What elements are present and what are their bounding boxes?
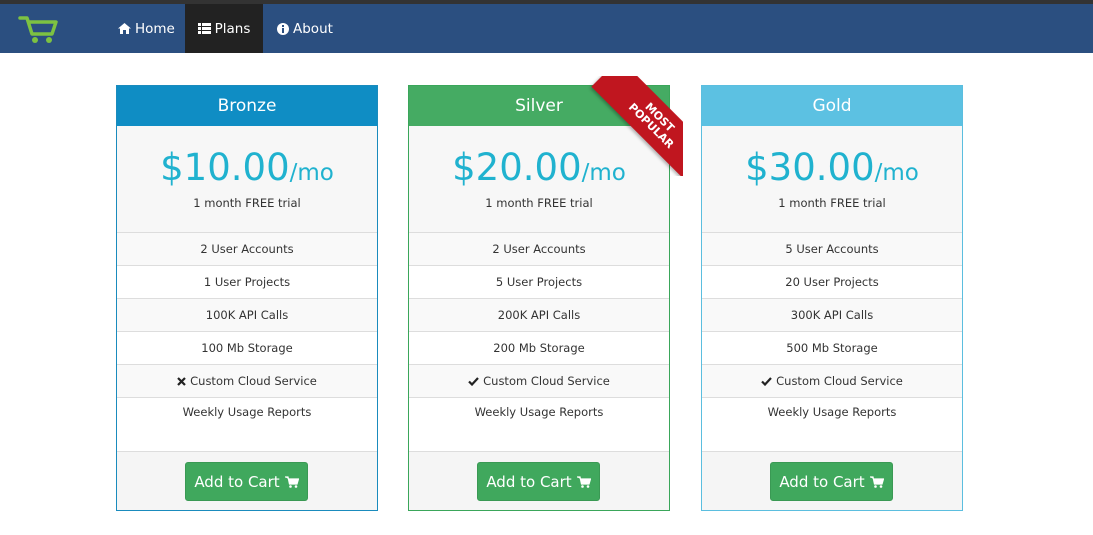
- feature-list: 2 User Accounts 5 User Projects 200K API…: [409, 232, 669, 451]
- price-amount: $20.00: [452, 146, 582, 189]
- feature-item: Weekly Usage Reports: [409, 397, 669, 451]
- feature-label: Custom Cloud Service: [776, 374, 903, 388]
- feature-item: 2 User Accounts: [117, 232, 377, 265]
- feature-item: 300K API Calls: [702, 298, 962, 331]
- trial-text: 1 month FREE trial: [193, 196, 301, 210]
- feature-item: 100K API Calls: [117, 298, 377, 331]
- button-label: Add to Cart: [486, 472, 572, 491]
- plan-card-bronze: Bronze $10.00/mo 1 month FREE trial 2 Us…: [116, 85, 378, 511]
- feature-list: 2 User Accounts 1 User Projects 100K API…: [117, 232, 377, 451]
- nav-about-label: About: [293, 20, 333, 37]
- feature-item: 500 Mb Storage: [702, 331, 962, 364]
- feature-item: Custom Cloud Service: [409, 364, 669, 397]
- card-footer: Add to Cart: [117, 451, 377, 510]
- feature-item: 1 User Projects: [117, 265, 377, 298]
- home-icon: [118, 23, 131, 34]
- plan-card-silver: Silver $20.00/mo 1 month FREE trial 2 Us…: [408, 76, 683, 511]
- price-area: $10.00/mo 1 month FREE trial: [117, 126, 377, 233]
- feature-list: 5 User Accounts 20 User Projects 300K AP…: [702, 232, 962, 451]
- plan-title: Bronze: [117, 86, 377, 126]
- feature-item: Custom Cloud Service: [117, 364, 377, 397]
- price-area: $30.00/mo 1 month FREE trial: [702, 126, 962, 233]
- feature-item: 5 User Projects: [409, 265, 669, 298]
- nav-plans-label: Plans: [214, 20, 251, 37]
- feature-item: 100 Mb Storage: [117, 331, 377, 364]
- plan-price: $30.00/mo: [702, 146, 962, 189]
- card-footer: Add to Cart: [702, 451, 962, 510]
- button-label: Add to Cart: [194, 472, 280, 491]
- feature-item: 200K API Calls: [409, 298, 669, 331]
- plan-title: Gold: [702, 86, 962, 126]
- shopping-cart-icon: [869, 475, 884, 488]
- ribbon-banner: MOST POPULAR: [591, 76, 683, 176]
- price-amount: $30.00: [745, 146, 875, 189]
- check-icon: [761, 376, 772, 386]
- plan-price: $10.00/mo: [117, 146, 377, 189]
- nav-about[interactable]: About: [277, 4, 333, 53]
- button-label: Add to Cart: [779, 472, 865, 491]
- card-footer: Add to Cart: [409, 451, 669, 510]
- feature-item: 200 Mb Storage: [409, 331, 669, 364]
- plan-card-gold: Gold $30.00/mo 1 month FREE trial 5 User…: [701, 85, 963, 511]
- feature-label: Custom Cloud Service: [190, 374, 317, 388]
- cart-logo-icon[interactable]: [16, 12, 62, 46]
- trial-text: 1 month FREE trial: [485, 196, 593, 210]
- price-period: /mo: [874, 160, 919, 186]
- shopping-cart-icon: [284, 475, 299, 488]
- nav-home[interactable]: Home: [118, 4, 175, 53]
- price-period: /mo: [289, 160, 334, 186]
- nav-home-label: Home: [135, 20, 175, 37]
- feature-item: 5 User Accounts: [702, 232, 962, 265]
- x-mark-icon: [177, 376, 186, 386]
- add-to-cart-button[interactable]: Add to Cart: [770, 462, 893, 501]
- navbar: Home Plans About: [0, 4, 1093, 53]
- add-to-cart-button[interactable]: Add to Cart: [477, 462, 600, 501]
- most-popular-ribbon: MOST POPULAR: [583, 76, 683, 176]
- list-icon: [197, 23, 211, 34]
- feature-label: Custom Cloud Service: [483, 374, 610, 388]
- feature-item: Custom Cloud Service: [702, 364, 962, 397]
- add-to-cart-button[interactable]: Add to Cart: [185, 462, 308, 501]
- nav-plans[interactable]: Plans: [185, 4, 263, 53]
- feature-item: 20 User Projects: [702, 265, 962, 298]
- info-icon: [277, 22, 289, 35]
- shopping-cart-icon: [576, 475, 591, 488]
- feature-item: Weekly Usage Reports: [702, 397, 962, 451]
- trial-text: 1 month FREE trial: [778, 196, 886, 210]
- price-amount: $10.00: [160, 146, 290, 189]
- feature-item: Weekly Usage Reports: [117, 397, 377, 451]
- check-icon: [468, 376, 479, 386]
- feature-item: 2 User Accounts: [409, 232, 669, 265]
